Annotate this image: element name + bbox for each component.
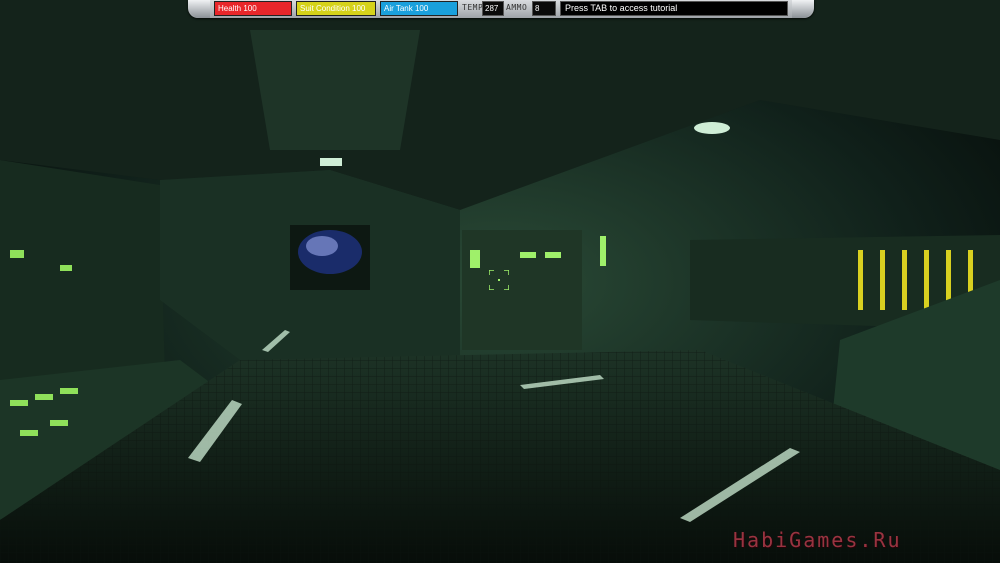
air-tank-bar: Air Tank 100: [380, 1, 458, 16]
ceiling-light-1: [320, 158, 342, 166]
ammo-label: AMMO: [506, 3, 528, 12]
tutorial-hint: Press TAB to access tutorial: [560, 1, 788, 16]
suit-condition-bar: Suit Condition 100: [296, 1, 376, 16]
ceiling-light-2: [694, 122, 730, 134]
watermark: HabiGames.Ru: [733, 528, 902, 552]
hud-cap-right: [792, 0, 814, 18]
hud-bar: Health 100 Suit Condition 100 Air Tank 1…: [188, 0, 814, 18]
suit-condition-label: Suit Condition 100: [300, 4, 366, 13]
health-bar: Health 100: [214, 1, 292, 16]
air-tank-label: Air Tank 100: [384, 4, 429, 13]
temp-value: 287: [482, 1, 504, 16]
crosshair-icon: [489, 270, 509, 290]
ammo-value: 8: [532, 1, 556, 16]
temp-label: TEMP: [462, 3, 484, 12]
health-label: Health 100: [218, 4, 257, 13]
hud-cap-left: [188, 0, 210, 18]
central-machinery: [462, 230, 582, 350]
